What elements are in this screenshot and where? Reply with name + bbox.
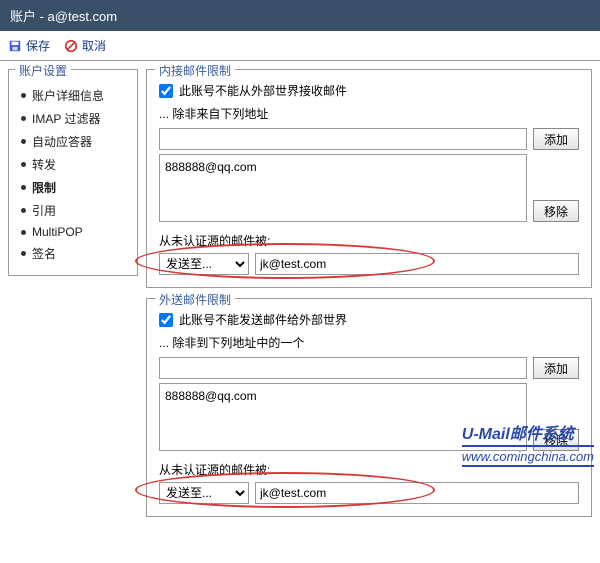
- incoming-auth-label: 从未认证源的邮件被:: [159, 232, 579, 249]
- save-button[interactable]: 保存: [8, 37, 50, 54]
- incoming-remove-button[interactable]: 移除: [533, 200, 579, 222]
- window-title: 账户 - a@test.com: [10, 9, 117, 24]
- incoming-block-checkbox[interactable]: [159, 84, 173, 98]
- list-item[interactable]: 888888@qq.com: [165, 159, 521, 175]
- outgoing-auth-target-input[interactable]: [255, 482, 579, 504]
- cancel-button[interactable]: 取消: [64, 37, 106, 54]
- outgoing-address-list[interactable]: 888888@qq.com: [159, 383, 527, 451]
- sidebar-item-account-details[interactable]: 账户详细信息: [15, 84, 131, 107]
- cancel-icon: [64, 39, 78, 53]
- incoming-address-list[interactable]: 888888@qq.com: [159, 154, 527, 222]
- incoming-legend: 内接邮件限制: [155, 62, 235, 79]
- incoming-block-label: 此账号不能从外部世界接收邮件: [179, 82, 347, 99]
- outgoing-block-label: 此账号不能发送邮件给外部世界: [179, 311, 347, 328]
- incoming-auth-target-input[interactable]: [255, 253, 579, 275]
- outgoing-add-button[interactable]: 添加: [533, 357, 579, 379]
- outgoing-auth-action-select[interactable]: 发送至...: [159, 482, 249, 504]
- cancel-label: 取消: [82, 37, 106, 54]
- incoming-except-label: ... 除非来自下列地址: [159, 105, 579, 122]
- sidebar-item-multipop[interactable]: MultiPOP: [15, 222, 131, 242]
- sidebar-item-signature[interactable]: 签名: [15, 242, 131, 265]
- sidebar-item-quote[interactable]: 引用: [15, 199, 131, 222]
- outgoing-legend: 外送邮件限制: [155, 291, 235, 308]
- sidebar-item-autoresponder[interactable]: 自动应答器: [15, 130, 131, 153]
- incoming-address-input[interactable]: [159, 128, 527, 150]
- sidebar-list: 账户详细信息 IMAP 过滤器 自动应答器 转发 限制 引用 MultiPOP …: [9, 74, 137, 271]
- window-titlebar: 账户 - a@test.com: [0, 0, 600, 31]
- outgoing-except-label: ... 除非到下列地址中的一个: [159, 334, 579, 351]
- outgoing-block-checkbox[interactable]: [159, 313, 173, 327]
- sidebar-legend: 账户设置: [15, 62, 71, 79]
- sidebar-item-imap-filters[interactable]: IMAP 过滤器: [15, 107, 131, 130]
- incoming-auth-action-select[interactable]: 发送至...: [159, 253, 249, 275]
- toolbar: 保存 取消: [0, 31, 600, 61]
- outgoing-remove-button[interactable]: 移除: [533, 429, 579, 451]
- list-item[interactable]: 888888@qq.com: [165, 388, 521, 404]
- incoming-add-button[interactable]: 添加: [533, 128, 579, 150]
- save-label: 保存: [26, 37, 50, 54]
- sidebar-item-restrictions[interactable]: 限制: [15, 176, 131, 199]
- incoming-fieldset: 内接邮件限制 此账号不能从外部世界接收邮件 ... 除非来自下列地址 添加 88…: [146, 69, 592, 288]
- sidebar: 账户设置 账户详细信息 IMAP 过滤器 自动应答器 转发 限制 引用 Mult…: [8, 69, 138, 276]
- save-icon: [8, 39, 22, 53]
- sidebar-item-forwarding[interactable]: 转发: [15, 153, 131, 176]
- outgoing-auth-label: 从未认证源的邮件被:: [159, 461, 579, 478]
- outgoing-fieldset: 外送邮件限制 此账号不能发送邮件给外部世界 ... 除非到下列地址中的一个 添加…: [146, 298, 592, 517]
- outgoing-address-input[interactable]: [159, 357, 527, 379]
